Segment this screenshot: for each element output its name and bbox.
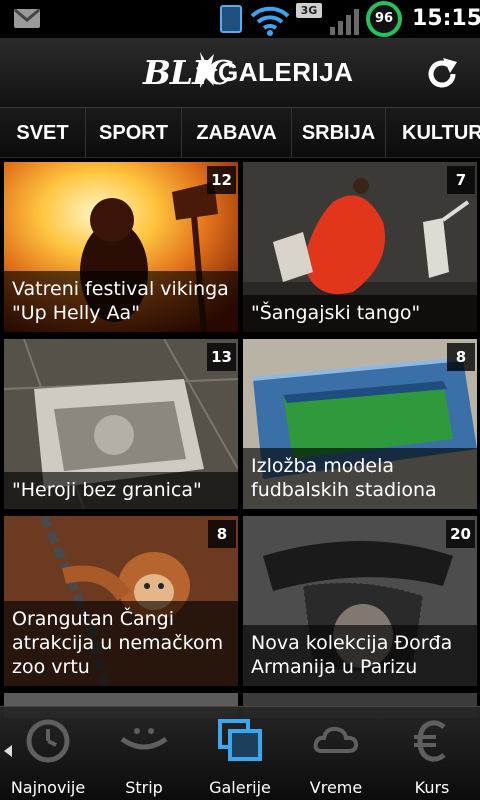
gallery-grid: 12 Vatreni festival vikinga "Up Helly Aa… bbox=[0, 158, 480, 718]
tab-sport[interactable]: SPORT bbox=[86, 108, 182, 157]
3g-icon: 3G bbox=[296, 3, 322, 18]
refresh-icon[interactable] bbox=[424, 56, 460, 92]
status-bar: 3G 96 15:15 bbox=[0, 0, 480, 38]
nav-kurs[interactable]: Kurs bbox=[384, 707, 480, 800]
gallery-caption: Vatreni festival vikinga "Up Helly Aa" bbox=[4, 271, 238, 332]
gmail-icon bbox=[14, 9, 40, 28]
smile-icon bbox=[120, 728, 168, 750]
gallery-tile[interactable]: 12 Vatreni festival vikinga "Up Helly Aa… bbox=[4, 162, 238, 332]
logo-section: GALERIJA bbox=[218, 57, 354, 87]
cloud-icon bbox=[313, 726, 359, 753]
photo-count-badge: 12 bbox=[207, 166, 236, 194]
wifi-icon bbox=[250, 6, 290, 36]
gallery-caption: Izložba modela fudbalskih stadiona bbox=[243, 448, 477, 509]
nav-label: Strip bbox=[125, 778, 163, 797]
photo-count-badge: 8 bbox=[447, 343, 475, 371]
battery-icon: 96 bbox=[366, 1, 402, 37]
gallery-caption: "Šangajski tango" bbox=[243, 295, 477, 332]
nav-label: Najnovije bbox=[10, 778, 86, 797]
nav-galerije[interactable]: Galerije bbox=[192, 707, 288, 800]
nav-strip[interactable]: Strip bbox=[96, 707, 192, 800]
gallery-caption: "Heroji bez granica" bbox=[4, 472, 238, 509]
gallery-caption: Nova kolekcija Đorđa Armanija u Parizu bbox=[243, 625, 477, 686]
euro-icon bbox=[414, 720, 446, 762]
photo-count-badge: 20 bbox=[446, 520, 475, 548]
gallery-caption: Orangutan Čangi atrakcija u nemačkom zoo… bbox=[4, 601, 238, 686]
phone-icon bbox=[220, 5, 242, 33]
gallery-tile[interactable]: 7 "Šangajski tango" bbox=[243, 162, 477, 332]
app-header: BLIC GALERIJA bbox=[0, 38, 480, 108]
tab-svet[interactable]: SVET bbox=[0, 108, 86, 157]
tab-zabava[interactable]: ZABAVA bbox=[182, 108, 292, 157]
nav-label: Vreme bbox=[309, 778, 363, 797]
nav-label: Kurs bbox=[414, 778, 450, 797]
nav-najnovije[interactable]: Najnovije bbox=[0, 707, 96, 800]
gallery-tile[interactable]: 8 Orangutan Čangi atrakcija u nemačkom z… bbox=[4, 516, 238, 686]
clock-icon bbox=[26, 719, 70, 763]
tab-srbija[interactable]: SRBIJA bbox=[292, 108, 386, 157]
gallery-tile[interactable]: 20 Nova kolekcija Đorđa Armanija u Pariz… bbox=[243, 516, 477, 686]
tab-kultura[interactable]: KULTURA bbox=[386, 108, 480, 157]
gallery-tile[interactable]: 8 Izložba modela fudbalskih stadiona bbox=[243, 339, 477, 509]
photo-count-badge: 8 bbox=[208, 520, 236, 548]
bottom-nav: Najnovije Strip Galerije Vreme Kurs bbox=[0, 706, 480, 800]
photo-count-badge: 7 bbox=[447, 166, 475, 194]
clock-time: 15:15 bbox=[412, 6, 480, 31]
logo-star-icon bbox=[196, 52, 218, 88]
gallery-icon bbox=[218, 719, 262, 761]
signal-icon bbox=[330, 9, 359, 35]
photo-count-badge: 13 bbox=[207, 343, 236, 371]
nav-label: Galerije bbox=[209, 778, 271, 797]
category-tabs: SVET SPORT ZABAVA SRBIJA KULTURA bbox=[0, 108, 480, 158]
nav-vreme[interactable]: Vreme bbox=[288, 707, 384, 800]
gallery-tile[interactable]: 13 "Heroji bez granica" bbox=[4, 339, 238, 509]
